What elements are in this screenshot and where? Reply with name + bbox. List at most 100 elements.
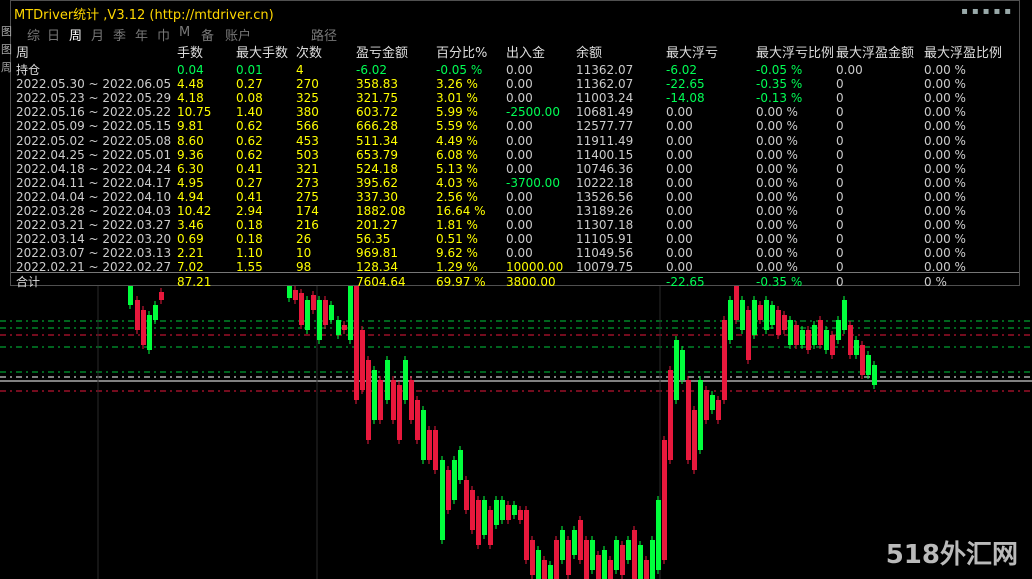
tab-7[interactable]: M (179, 25, 190, 40)
candle-body (662, 440, 667, 560)
cell-period: 2022.05.30 ~ 2022.06.05 (16, 77, 172, 92)
table-row[interactable]: 2022.04.04 ~ 2022.04.10 4.94 0.41 275 337.30… (11, 190, 1019, 204)
candle-body (650, 540, 655, 579)
tab-6[interactable]: 巾 (157, 25, 170, 44)
cell-pnl: 969.81 (356, 246, 398, 261)
candle-body (872, 365, 877, 385)
cell-max-float-profit: 0 (836, 204, 844, 218)
cell-max-lots: 0.62 (236, 119, 263, 134)
candle-body (512, 505, 517, 515)
cell-max-float-loss-pct: -0.05 % (756, 63, 803, 77)
cell-max-float-profit: 0 (836, 147, 844, 162)
cell-percent: 6.08 % (436, 147, 478, 162)
cell-max-float-profit-pct: 0.00 % (924, 246, 966, 261)
table-row[interactable]: 2022.05.16 ~ 2022.05.22 10.75 1.40 380 603.7… (11, 105, 1019, 119)
period-tabs: 综日周月季年巾 M 备账户 路径 (11, 23, 1019, 44)
cell-max-lots: 1.40 (236, 105, 263, 120)
cell-cash-flow: -3700.00 (506, 175, 560, 190)
cell-percent: 3.01 % (436, 91, 478, 106)
cell-pnl: 666.28 (356, 119, 398, 134)
cell-max-float-loss: 0.00 (666, 175, 693, 190)
table-row[interactable]: 2022.04.11 ~ 2022.04.17 4.95 0.27 273 395.62… (11, 176, 1019, 190)
tab-8[interactable]: 备 (201, 25, 214, 44)
cell-lots: 4.95 (177, 175, 204, 190)
table-row[interactable]: 2022.03.21 ~ 2022.03.27 3.46 0.18 216 201.27… (11, 218, 1019, 232)
candle-body (836, 320, 841, 340)
title-bar[interactable]: MTDriver统计 ,V3.12 (http://mtdriver.cn) ▪… (11, 1, 1019, 23)
cell-period: 2022.04.25 ~ 2022.05.01 (16, 147, 172, 162)
table-row[interactable]: 2022.05.02 ~ 2022.05.08 8.60 0.62 453 511.34… (11, 134, 1019, 148)
candle-body (686, 380, 691, 460)
cell-period: 2022.03.28 ~ 2022.04.03 (16, 204, 172, 218)
tab-4[interactable]: 季 (113, 25, 126, 44)
candle-body (299, 293, 304, 325)
column-header-count: 次数 (296, 46, 323, 61)
candles (128, 282, 877, 579)
cell-max-float-loss-pct: 0.00 % (756, 119, 798, 134)
side-strip: 图 图 周 (1, 23, 12, 77)
cell-max-float-loss-pct: -0.35 % (756, 275, 803, 289)
table-row[interactable]: 2022.05.09 ~ 2022.05.15 9.81 0.62 566 666.28… (11, 119, 1019, 133)
cell-count: 325 (296, 91, 319, 106)
cell-percent: 9.62 % (436, 246, 478, 261)
table-row[interactable]: 2022.05.30 ~ 2022.06.05 4.48 0.27 270 358.83… (11, 77, 1019, 91)
candle-body (427, 430, 432, 460)
table-row[interactable]: 2022.04.18 ~ 2022.04.24 6.30 0.41 321 524.18… (11, 162, 1019, 176)
window-controls-icon[interactable]: ▪▪▪▪▪ (961, 6, 1015, 17)
cell-cash-flow: 0.00 (506, 63, 533, 77)
candle-body (704, 390, 709, 420)
tab-0[interactable]: 综 (27, 25, 40, 44)
cell-count: 26 (296, 232, 312, 247)
candle-body (433, 430, 438, 470)
cell-max-float-loss: 0.00 (666, 246, 693, 261)
cell-balance: 11362.07 (576, 63, 634, 77)
tab-2[interactable]: 周 (69, 25, 82, 44)
side-strip-label: 周 (1, 61, 12, 74)
table-row[interactable]: 持仓 0.04 0.01 4 -6.02 -0.05 % 0.00 11362.07 -6.02… (11, 63, 1019, 77)
cell-balance: 11307.18 (576, 218, 634, 233)
tab-1[interactable]: 日 (47, 25, 60, 44)
candle-body (602, 550, 607, 579)
cell-balance: 11049.56 (576, 246, 634, 261)
candle-body (770, 305, 775, 325)
cell-max-float-loss-pct: 0.00 % (756, 175, 798, 190)
cell-percent: 5.99 % (436, 105, 478, 120)
candle-body (446, 470, 451, 510)
cell-lots: 87.21 (177, 275, 212, 289)
cell-balance: 10222.18 (576, 175, 634, 190)
cell-period: 2022.03.14 ~ 2022.03.20 (16, 232, 172, 247)
candle-body (698, 380, 703, 450)
cell-period: 2022.03.07 ~ 2022.03.13 (16, 246, 172, 261)
candle-body (608, 560, 613, 579)
cell-max-lots: 1.10 (236, 246, 263, 261)
cell-cash-flow: -2500.00 (506, 105, 560, 120)
candle-body (782, 315, 787, 330)
tab-3[interactable]: 月 (91, 25, 104, 44)
candle-body (716, 400, 721, 420)
tab-5[interactable]: 年 (135, 25, 148, 44)
cell-max-float-loss-pct: 0.00 % (756, 105, 798, 120)
candle-body (830, 335, 835, 355)
tab-9[interactable]: 账户 (225, 25, 251, 44)
table-row[interactable]: 2022.03.14 ~ 2022.03.20 0.69 0.18 26 56.35 0.… (11, 232, 1019, 246)
cell-percent: 16.64 % (436, 204, 486, 218)
cell-lots: 2.21 (177, 246, 204, 261)
cell-max-float-profit: 0 (836, 77, 844, 92)
candle-body (293, 290, 298, 300)
cell-max-float-profit-pct: 0.00 % (924, 147, 966, 162)
cell-max-float-profit-pct: 0.00 % (924, 133, 966, 148)
cell-pnl: 395.62 (356, 175, 398, 190)
candle-body (860, 345, 865, 375)
table-row[interactable]: 2022.03.28 ~ 2022.04.03 10.42 2.94 174 1882.… (11, 204, 1019, 218)
cell-pnl: 1882.08 (356, 204, 406, 218)
table-row[interactable]: 2022.03.07 ~ 2022.03.13 2.21 1.10 10 969.81 9… (11, 246, 1019, 260)
table-row[interactable]: 2022.05.23 ~ 2022.05.29 4.18 0.08 325 321.75… (11, 91, 1019, 105)
candle-body (494, 500, 499, 525)
column-header-lots: 手数 (177, 46, 204, 61)
cell-pnl: 56.35 (356, 232, 391, 247)
cell-percent: -0.05 % (436, 63, 483, 77)
path-menu-link[interactable]: 路径 (311, 25, 337, 44)
cell-max-float-loss: 0.00 (666, 218, 693, 233)
table-row[interactable]: 2022.04.25 ~ 2022.05.01 9.36 0.62 503 653.79… (11, 148, 1019, 162)
cell-cash-flow: 0.00 (506, 218, 533, 233)
